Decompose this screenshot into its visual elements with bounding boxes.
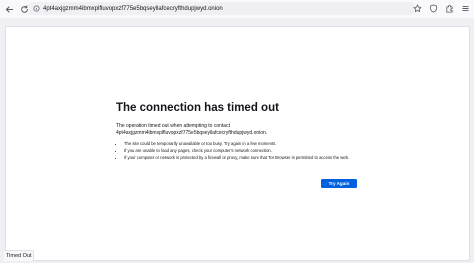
extensions-icon [446, 4, 453, 13]
status-bar: Timed Out [4, 250, 35, 261]
site-info-button[interactable] [32, 5, 40, 13]
url-bar[interactable]: 4pt4axjgzmm4ibmxplfluvopxzf775e5bqseylla… [29, 2, 414, 15]
error-title: The connection has timed out [116, 102, 279, 114]
security-level-button[interactable] [427, 2, 440, 15]
extensions-button[interactable] [443, 2, 456, 15]
reload-icon [21, 4, 28, 13]
browser-toolbar: 4pt4axjgzmm4ibmxplfluvopxzf775e5bqseylla… [0, 0, 474, 18]
toolbar-right-tools [408, 2, 472, 15]
list-item: If your computer or network is protected… [124, 155, 361, 161]
menu-icon [462, 6, 469, 11]
circle-info-icon [32, 5, 40, 12]
try-again-button[interactable]: Try Again [321, 179, 357, 188]
bookmark-button[interactable] [411, 2, 424, 15]
app-menu-button[interactable] [459, 2, 472, 15]
back-button[interactable] [3, 3, 16, 16]
back-arrow-icon [5, 5, 14, 13]
list-item: If you are unable to load any pages, che… [124, 148, 361, 154]
list-item: The site could be temporarily unavailabl… [124, 141, 361, 147]
url-text[interactable]: 4pt4axjgzmm4ibmxplfluvopxzf775e5bqseylla… [43, 6, 223, 12]
star-icon [413, 4, 422, 13]
error-suggestions-list: The site could be temporarily unavailabl… [116, 141, 361, 161]
error-container: The connection has timed out The operati… [116, 101, 361, 188]
error-description-host: 4pt4axjgzmm4ibmxplfluvopxzf775e5bqseylla… [116, 129, 268, 136]
error-description: The operation timed out when attempting … [116, 123, 361, 136]
shield-icon [430, 4, 437, 13]
